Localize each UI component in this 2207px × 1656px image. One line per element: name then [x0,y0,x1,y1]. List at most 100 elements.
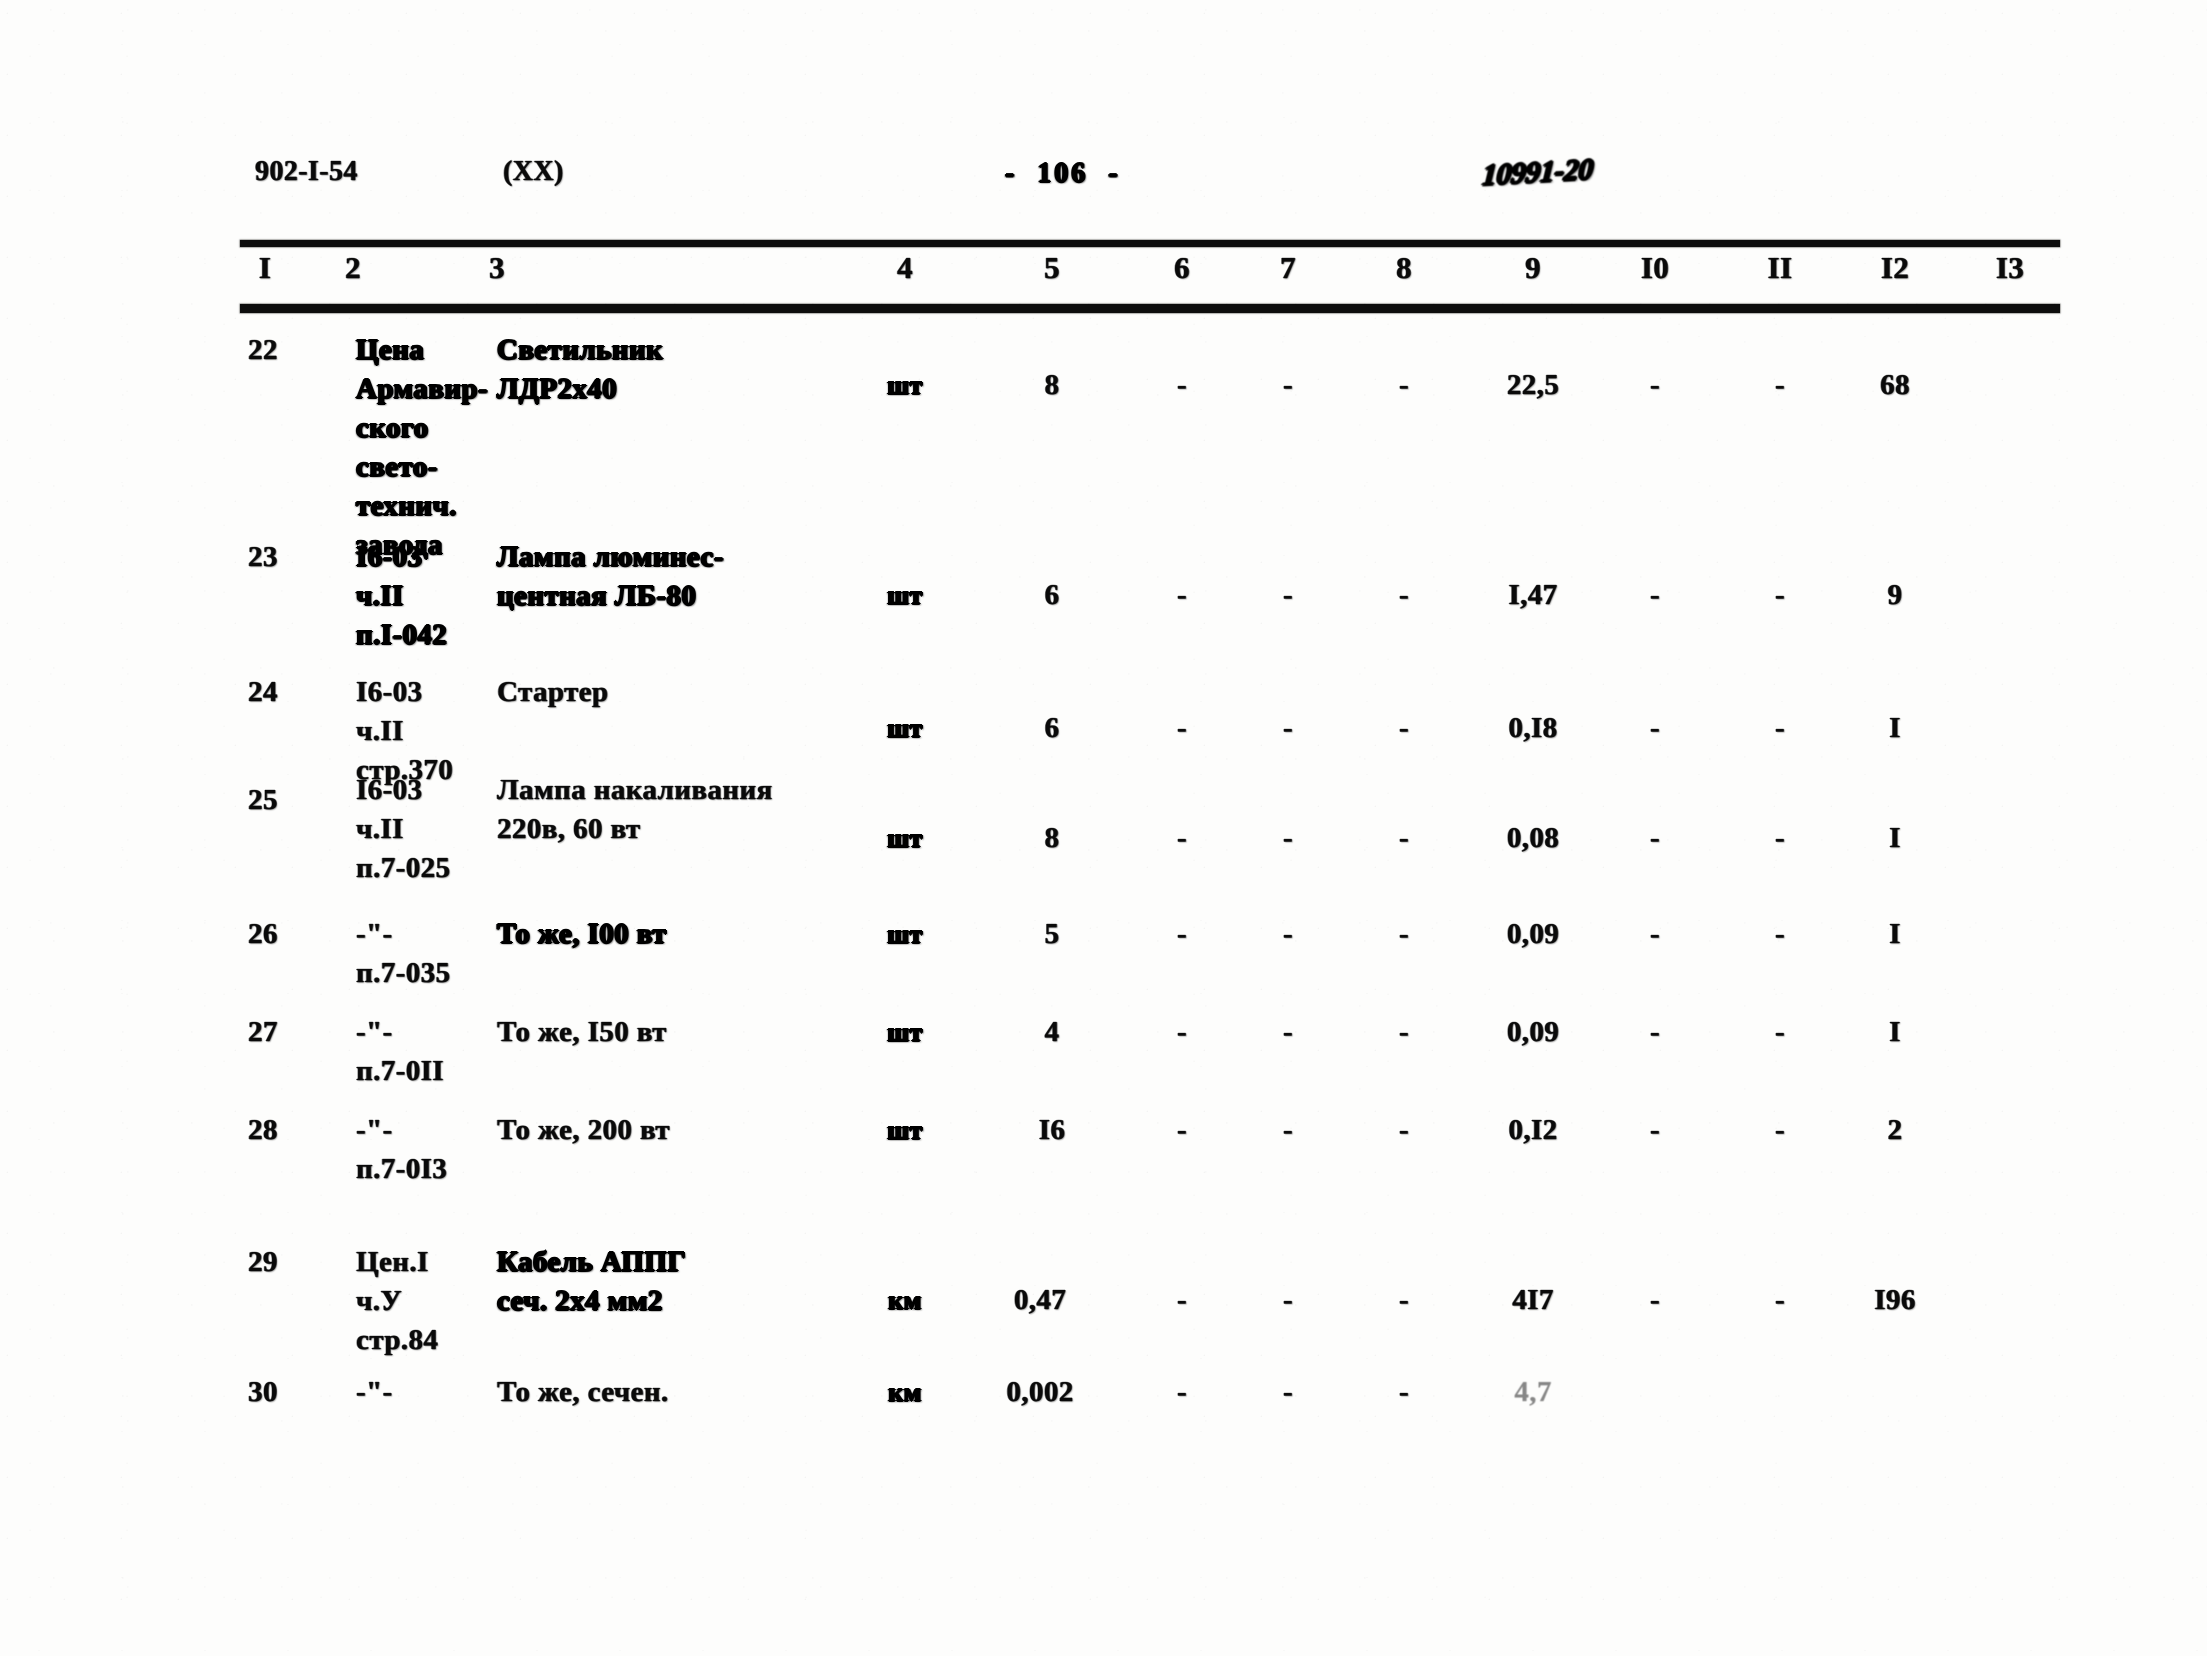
scanned-page: 902-I-54 (XX) - 106 - 10991-20 I23456789… [0,0,2207,1656]
row-value-5: 6 [1044,579,1060,611]
row-number: 27 [248,1016,278,1048]
row-value-8: - [1398,579,1410,611]
row-source-code: I6-03 ч.II п.I-042 [356,541,448,651]
row-number: 24 [248,676,278,708]
row-number: 30 [248,1376,278,1408]
row-value-8: - [1398,1284,1410,1316]
row-value-9: 22,5 [1506,369,1560,401]
row-unit: км [888,1286,922,1315]
row-value-6: - [1176,369,1188,401]
row-unit: шт [887,714,923,743]
table-column-header-row: I 2 3 4 5 6 7 8 9 I0 II I2 I3 [0,250,2207,302]
row-unit: шт [887,371,923,400]
column-header-9: 9 [1525,250,1541,285]
row-value-9: 4,7 [1514,1376,1552,1408]
row-value-6: - [1176,1376,1188,1408]
row-item-name: Лампа люминес- центная ЛБ-80 [497,541,724,612]
column-header-3: 3 [489,250,505,285]
row-value-6: - [1176,1114,1188,1146]
row-item-name: Лампа накаливания 220в, 60 вт [497,774,773,845]
row-unit: шт [887,824,923,853]
row-value-10: - [1649,822,1661,854]
row-value-10: - [1649,712,1661,744]
row-value-12: I [1889,1016,1901,1048]
row-value-5: 0,002 [1006,1376,1074,1408]
row-value-9: 0,I2 [1508,1114,1558,1146]
archive-stamp: 10991-20 [1481,152,1595,193]
row-value-7: - [1282,822,1294,854]
row-value-9: 0,I8 [1508,712,1558,744]
row-value-7: - [1282,579,1294,611]
row-value-12: 2 [1887,1114,1903,1146]
column-header-5: 5 [1044,250,1060,285]
row-number: 23 [248,541,278,573]
table-top-rule [240,240,2060,247]
row-value-7: - [1282,1376,1294,1408]
row-value-5: I6 [1038,1114,1066,1146]
row-value-10: - [1649,369,1661,401]
row-value-12: I96 [1874,1284,1916,1316]
row-value-6: - [1176,1284,1188,1316]
row-value-8: - [1398,1016,1410,1048]
row-source-code: -"- п.7-0II [356,1016,444,1087]
row-number: 22 [248,334,278,366]
row-item-name: Кабель АППГ сеч. 2х4 мм2 [497,1246,687,1317]
row-value-12: I [1889,822,1901,854]
row-value-7: - [1282,369,1294,401]
row-value-10: - [1649,579,1661,611]
row-value-7: - [1282,1016,1294,1048]
column-header-13: I3 [1995,250,2025,285]
column-header-12: I2 [1880,250,1910,285]
row-value-10: - [1649,1016,1661,1048]
column-header-11: II [1767,250,1793,285]
row-value-7: - [1282,918,1294,950]
row-value-7: - [1282,1114,1294,1146]
row-value-12: I [1889,712,1901,744]
row-source-code: Цен.I ч.У стр.84 [356,1246,439,1356]
row-source-code: -"- п.7-035 [356,918,451,989]
column-header-2: 2 [345,250,361,285]
row-unit: шт [887,1018,923,1047]
row-item-name: Светильник ЛДР2х40 [497,334,664,405]
row-number: 25 [248,784,278,816]
row-item-name: Стартер [497,676,609,708]
row-value-11: - [1774,918,1786,950]
row-value-5: 4 [1044,1016,1060,1048]
row-value-8: - [1398,712,1410,744]
row-number: 28 [248,1114,278,1146]
row-unit: шт [887,920,923,949]
row-unit: шт [887,581,923,610]
row-value-9: 4I7 [1512,1284,1554,1316]
row-value-8: - [1398,822,1410,854]
column-header-4: 4 [897,250,913,285]
row-value-8: - [1398,1376,1410,1408]
row-value-10: - [1649,1284,1661,1316]
row-value-11: - [1774,579,1786,611]
row-source-code: Цена Армавир- ского свето- технич. завод… [356,334,489,561]
row-value-10: - [1649,1114,1661,1146]
row-value-7: - [1282,1284,1294,1316]
row-value-6: - [1176,822,1188,854]
row-source-code: -"- [356,1376,393,1408]
row-number: 29 [248,1246,278,1278]
page-number-marker: - 106 - [1005,158,1121,189]
row-value-12: 68 [1880,369,1910,401]
column-header-6: 6 [1174,250,1190,285]
row-value-10: - [1649,918,1661,950]
document-code: 902-I-54 [255,156,358,187]
column-header-8: 8 [1396,250,1412,285]
row-value-8: - [1398,1114,1410,1146]
row-value-5: 5 [1044,918,1060,950]
row-value-11: - [1774,822,1786,854]
column-header-1: I [258,250,272,285]
row-number: 26 [248,918,278,950]
row-item-name: То же, I50 вт [497,1016,667,1048]
row-value-9: 0,08 [1506,822,1560,854]
row-unit: шт [887,1116,923,1145]
row-source-code: I6-03 ч.II п.7-025 [356,774,451,884]
document-part: (XX) [503,156,564,187]
row-value-6: - [1176,579,1188,611]
row-value-6: - [1176,1016,1188,1048]
row-item-name: То же, 200 вт [497,1114,670,1146]
row-value-5: 8 [1044,822,1060,854]
